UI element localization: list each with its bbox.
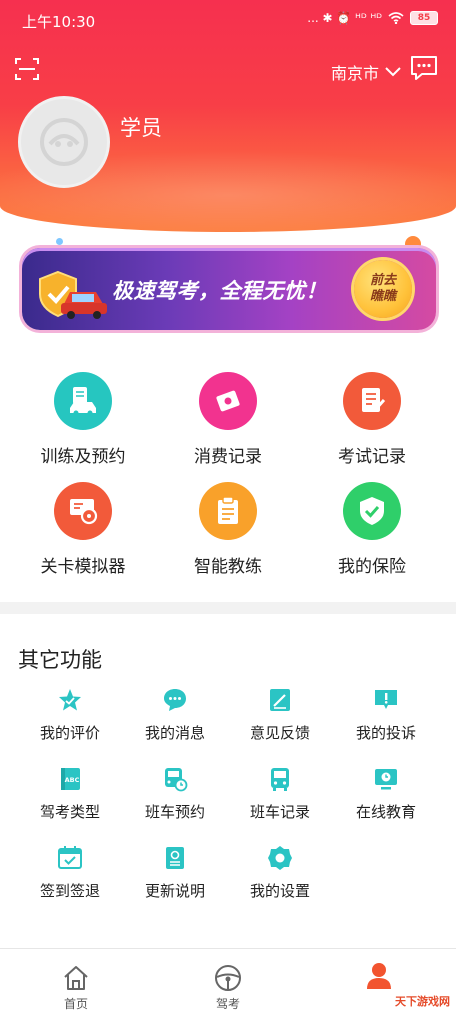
- item-my-messages[interactable]: 我的消息: [125, 686, 225, 743]
- item-my-settings[interactable]: 我的设置: [230, 844, 330, 901]
- feature-exam-records[interactable]: 考试记录: [307, 372, 437, 467]
- feature-label: 考试记录: [338, 447, 406, 467]
- feature-label: 训练及预约: [40, 447, 126, 467]
- tab-home[interactable]: 首页: [36, 963, 116, 1012]
- star-rating-icon: [56, 686, 84, 714]
- wifi-icon: [388, 12, 404, 24]
- username[interactable]: 学员: [120, 112, 162, 142]
- message-icon[interactable]: [410, 55, 438, 81]
- item-label: 班车记录: [249, 803, 310, 821]
- banner-go-line2: 瞧瞧: [369, 289, 396, 304]
- item-exam-type[interactable]: ABC 驾考类型: [20, 765, 120, 822]
- steering-simulator-icon: [54, 482, 112, 540]
- feature-label: 消费记录: [194, 447, 262, 467]
- status-icons: ... ✱ ⏰ ᴴᴰ ᴴᴰ 85: [307, 11, 438, 25]
- item-shuttle-records[interactable]: 班车记录: [230, 765, 330, 822]
- item-shuttle-booking[interactable]: 班车预约: [125, 765, 225, 822]
- banner-go-line1: 前去: [369, 273, 396, 288]
- item-label: 我的设置: [249, 882, 310, 900]
- section-divider: [0, 602, 456, 614]
- feature-level-simulator[interactable]: 关卡模拟器: [18, 482, 148, 577]
- car-icon: [61, 292, 107, 319]
- clipboard-icon: [199, 482, 257, 540]
- city-selector[interactable]: 南京市: [331, 60, 401, 84]
- item-online-education[interactable]: 在线教育: [336, 765, 436, 822]
- status-bar: 上午10:30 ... ✱ ⏰ ᴴᴰ ᴴᴰ 85: [0, 0, 456, 40]
- city-label: 南京市: [331, 64, 380, 83]
- avatar[interactable]: [18, 96, 110, 188]
- item-my-reviews[interactable]: 我的评价: [20, 686, 120, 743]
- svg-text:ABC: ABC: [65, 776, 80, 784]
- default-avatar-icon: [40, 118, 88, 166]
- status-indicators: ... ✱ ⏰ ᴴᴰ ᴴᴰ: [307, 11, 382, 25]
- status-time: 上午10:30: [22, 13, 96, 31]
- feature-smart-coach[interactable]: 智能教练: [163, 482, 293, 577]
- complaint-icon: [372, 686, 400, 714]
- monitor-clock-icon: [372, 765, 400, 793]
- document-icon: [161, 844, 189, 872]
- feature-label: 关卡模拟器: [40, 557, 126, 577]
- profile-icon: [364, 961, 394, 991]
- decor-dot: [56, 238, 63, 245]
- chevron-down-icon: [385, 67, 401, 77]
- steering-wheel-icon: [213, 963, 243, 993]
- feature-label: 智能教练: [194, 557, 262, 577]
- item-label: 驾考类型: [39, 803, 100, 821]
- car-training-icon: [54, 372, 112, 430]
- bus-icon: [266, 765, 294, 793]
- feature-my-insurance[interactable]: 我的保险: [307, 482, 437, 577]
- feature-training-booking[interactable]: 训练及预约: [18, 372, 148, 467]
- item-label: 我的消息: [144, 724, 205, 742]
- item-label: 在线教育: [355, 803, 416, 821]
- tab-label: 首页: [63, 997, 88, 1011]
- item-update-notes[interactable]: 更新说明: [125, 844, 225, 901]
- tab-driving-test[interactable]: 驾考: [188, 963, 268, 1012]
- abc-book-icon: ABC: [56, 765, 84, 793]
- tab-label: 驾考: [215, 997, 240, 1011]
- feature-label: 我的保险: [338, 557, 406, 577]
- gear-icon: [266, 844, 294, 872]
- shield-check-icon: [343, 482, 401, 540]
- exam-record-icon: [343, 372, 401, 430]
- feature-spending-records[interactable]: 消费记录: [163, 372, 293, 467]
- item-label: 更新说明: [144, 882, 205, 900]
- item-check-in-out[interactable]: 签到签退: [20, 844, 120, 901]
- banner-go-button[interactable]: 前去 瞧瞧: [354, 260, 412, 318]
- item-my-complaints[interactable]: 我的投诉: [336, 686, 436, 743]
- ticket-icon: [199, 372, 257, 430]
- item-label: 意见反馈: [249, 724, 310, 742]
- chat-bubble-icon: [161, 686, 189, 714]
- banner-slogan: 极速驾考，全程无忧！: [112, 279, 327, 303]
- bus-clock-icon: [161, 765, 189, 793]
- watermark-logo: 天下游戏网: [395, 994, 450, 1008]
- item-label: 我的投诉: [355, 724, 416, 742]
- calendar-check-icon: [56, 844, 84, 872]
- scan-icon[interactable]: [14, 56, 40, 82]
- battery-icon: 85: [410, 11, 438, 25]
- edit-note-icon: [266, 686, 294, 714]
- section-title: 其它功能: [18, 648, 102, 672]
- item-label: 签到签退: [39, 882, 100, 900]
- item-label: 我的评价: [39, 724, 100, 742]
- home-icon: [61, 963, 91, 993]
- item-feedback[interactable]: 意见反馈: [230, 686, 330, 743]
- item-label: 班车预约: [144, 803, 205, 821]
